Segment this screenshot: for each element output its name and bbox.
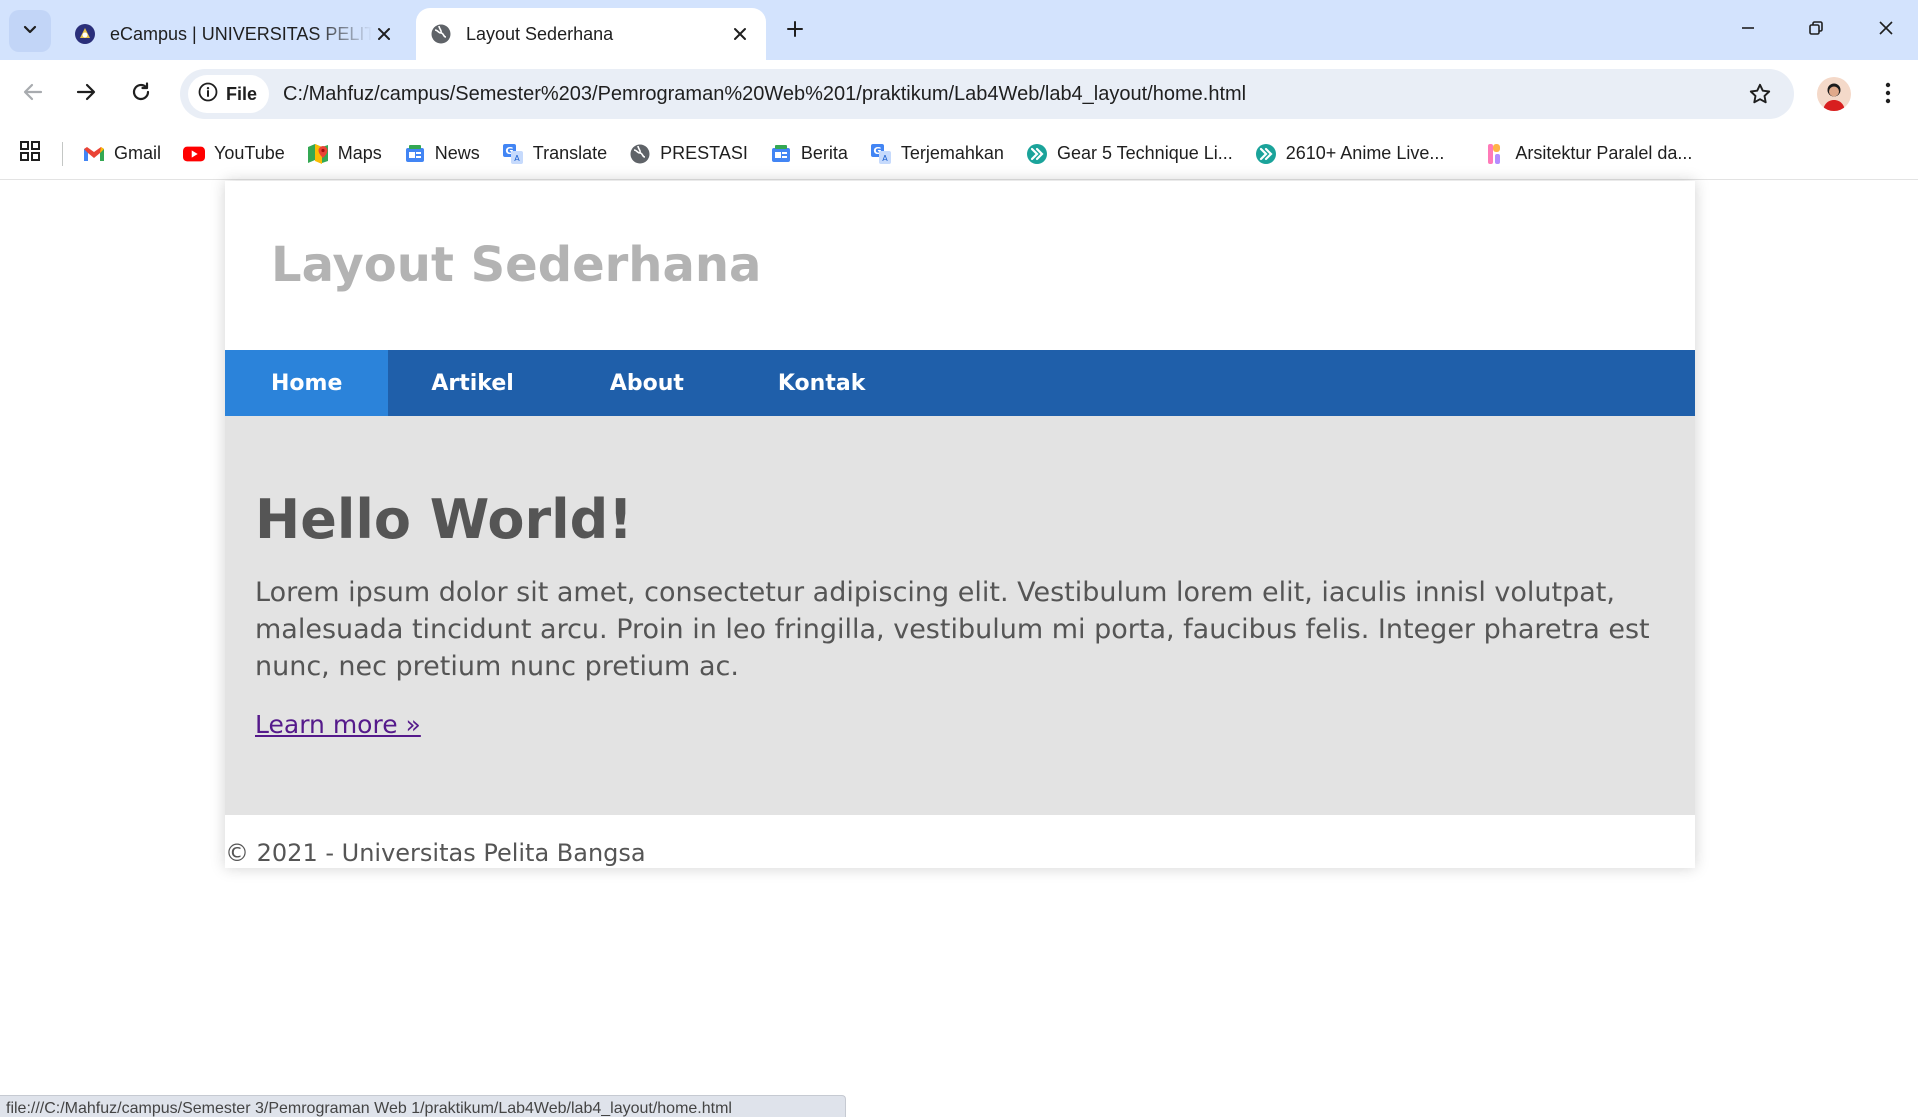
nav-kontak[interactable]: Kontak bbox=[733, 350, 911, 416]
bookmark-label: PRESTASI bbox=[660, 143, 748, 163]
bookmark-label: Arsitektur Paralel da... bbox=[1515, 143, 1693, 163]
close-tab-icon[interactable] bbox=[372, 22, 396, 46]
translate-icon: GA bbox=[502, 143, 524, 165]
bookmark-maps[interactable]: Maps bbox=[307, 143, 382, 165]
back-button[interactable] bbox=[13, 74, 53, 114]
nav-home[interactable]: Home bbox=[225, 350, 389, 416]
tab-strip: eCampus | UNIVERSITAS PELITA BANGSA Layo… bbox=[0, 0, 1918, 60]
bookmark-youtube[interactable]: YouTube bbox=[183, 143, 285, 165]
apps-button[interactable] bbox=[15, 139, 45, 169]
minimize-button[interactable] bbox=[1728, 10, 1768, 50]
tab-layout-sederhana[interactable]: Layout Sederhana bbox=[416, 8, 766, 60]
bookmark-prestasi[interactable]: PRESTASI bbox=[629, 143, 748, 165]
bookmark-label: Gear 5 Technique Li... bbox=[1056, 143, 1233, 163]
learn-more-link[interactable]: Learn more » bbox=[255, 710, 421, 739]
site-title: Layout Sederhana bbox=[271, 237, 762, 293]
web-page: Layout Sederhana Home Artikel About Kont… bbox=[0, 181, 1918, 1117]
plus-icon bbox=[785, 19, 805, 44]
chevron-down-icon bbox=[22, 21, 38, 42]
hero-text: Lorem ipsum dolor sit amet, consectetur … bbox=[255, 577, 1650, 682]
url-text[interactable]: C:/Mahfuz/campus/Semester%203/Pemrograma… bbox=[283, 83, 1246, 106]
nav-artikel[interactable]: Artikel bbox=[388, 350, 564, 416]
restore-icon bbox=[1808, 20, 1824, 41]
news-icon bbox=[404, 143, 426, 165]
bookmark-news[interactable]: News bbox=[404, 143, 480, 165]
page-container: Layout Sederhana Home Artikel About Kont… bbox=[225, 181, 1695, 868]
doc-site-icon bbox=[1484, 143, 1506, 165]
anime-site-icon bbox=[1026, 143, 1048, 165]
bookmark-gmail[interactable]: Gmail bbox=[83, 143, 161, 165]
status-bar-url: file:///C:/Mahfuz/campus/Semester 3/Pemr… bbox=[0, 1095, 846, 1117]
bookmarks-divider bbox=[62, 141, 63, 166]
globe-icon bbox=[430, 23, 452, 45]
browser-toolbar: File C:/Mahfuz/campus/Semester%203/Pemro… bbox=[0, 60, 1918, 128]
bookmark-terjemahkan[interactable]: GA Terjemahkan bbox=[870, 143, 1004, 165]
bookmark-arsitektur[interactable]: Arsitektur Paralel da... bbox=[1484, 143, 1692, 165]
reload-button[interactable] bbox=[121, 74, 161, 114]
bookmark-label: News bbox=[434, 143, 480, 163]
info-icon bbox=[198, 82, 218, 107]
site-info-label: File bbox=[226, 83, 258, 104]
site-info-chip[interactable]: File bbox=[188, 75, 270, 113]
maps-icon bbox=[307, 143, 329, 165]
bookmark-label: Translate bbox=[532, 143, 608, 163]
more-vertical-icon bbox=[1885, 82, 1891, 109]
nav-about[interactable]: About bbox=[565, 350, 733, 416]
arrow-right-icon bbox=[75, 81, 97, 108]
bookmark-label: Maps bbox=[337, 143, 382, 163]
hero-section: Hello World! Lorem ipsum dolor sit amet,… bbox=[225, 416, 1695, 815]
tab-title: Layout Sederhana bbox=[466, 23, 614, 44]
youtube-icon bbox=[183, 143, 206, 165]
bookmarks-bar: Gmail YouTube Maps News GA Translate PRE… bbox=[0, 128, 1918, 180]
bookmark-gear5[interactable]: Gear 5 Technique Li... bbox=[1026, 143, 1233, 165]
reload-icon bbox=[130, 81, 152, 108]
translate-icon: GA bbox=[870, 143, 892, 165]
gmail-icon bbox=[83, 143, 105, 165]
bookmark-label: YouTube bbox=[214, 143, 285, 163]
tab-title: eCampus | UNIVERSITAS PELITA BANGSA bbox=[110, 23, 372, 44]
footer-text: © 2021 - Universitas Pelita Bangsa bbox=[225, 839, 646, 867]
minimize-icon bbox=[1740, 20, 1756, 41]
svg-text:A: A bbox=[514, 154, 520, 163]
bookmark-star-icon[interactable] bbox=[1746, 80, 1774, 108]
profile-avatar[interactable] bbox=[1817, 77, 1851, 111]
globe-icon bbox=[629, 143, 651, 165]
bookmark-label: Gmail bbox=[114, 143, 162, 163]
tab-ecampus[interactable]: eCampus | UNIVERSITAS PELITA BANGSA bbox=[62, 8, 410, 60]
bookmark-translate[interactable]: GA Translate bbox=[502, 143, 607, 165]
university-logo-icon bbox=[74, 23, 96, 45]
forward-button[interactable] bbox=[66, 74, 106, 114]
new-tab-button[interactable] bbox=[780, 16, 810, 46]
bookmark-label: Terjemahkan bbox=[900, 143, 1004, 163]
close-tab-icon[interactable] bbox=[728, 22, 752, 46]
news-icon bbox=[770, 143, 792, 165]
tab-search-button[interactable] bbox=[9, 10, 51, 52]
bookmark-anime-live[interactable]: 2610+ Anime Live... bbox=[1255, 143, 1445, 165]
close-icon bbox=[1878, 20, 1894, 41]
arrow-left-icon bbox=[22, 81, 44, 108]
restore-button[interactable] bbox=[1796, 10, 1836, 50]
hero-heading: Hello World! bbox=[255, 488, 633, 551]
close-window-button[interactable] bbox=[1866, 10, 1906, 50]
address-bar[interactable]: File C:/Mahfuz/campus/Semester%203/Pemro… bbox=[180, 69, 1794, 119]
svg-text:A: A bbox=[882, 154, 888, 163]
anime-site-icon bbox=[1255, 143, 1277, 165]
browser-menu-button[interactable] bbox=[1870, 77, 1906, 113]
main-nav: Home Artikel About Kontak bbox=[225, 350, 1695, 416]
bookmark-berita[interactable]: Berita bbox=[770, 143, 848, 165]
apps-grid-icon bbox=[19, 140, 41, 167]
bookmark-label: 2610+ Anime Live... bbox=[1285, 143, 1445, 163]
bookmark-label: Berita bbox=[800, 143, 848, 163]
